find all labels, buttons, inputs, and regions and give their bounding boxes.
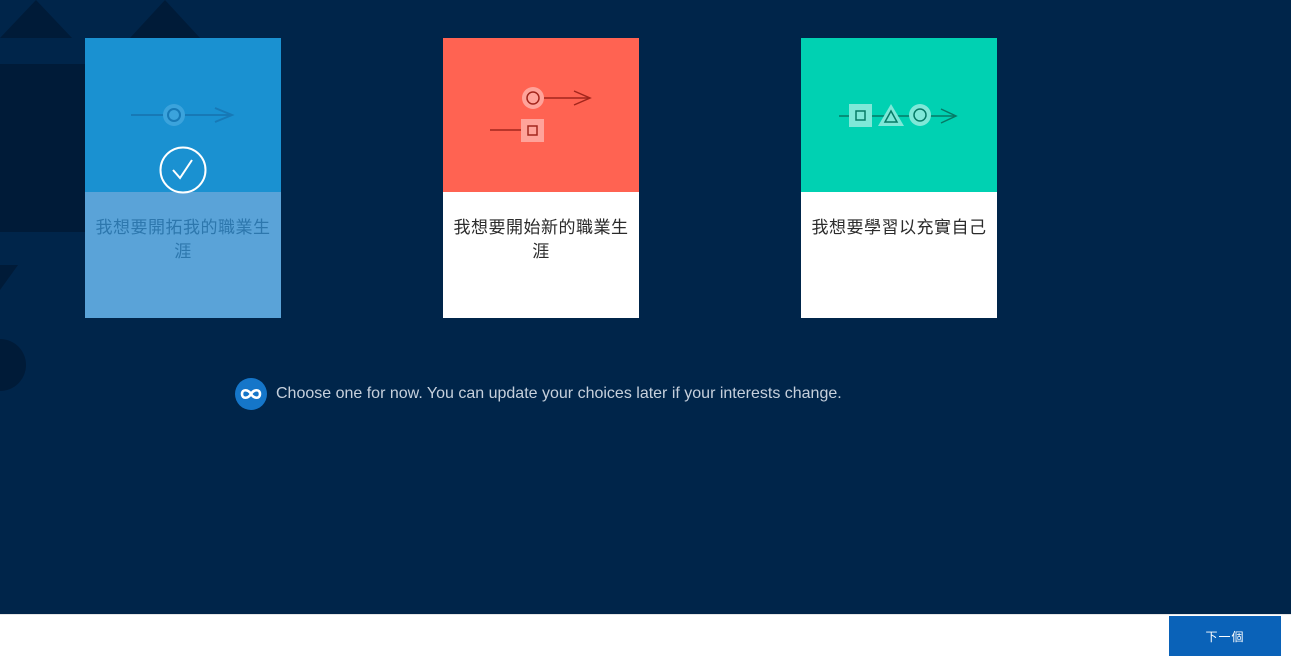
goal-card-new-career[interactable]: 我想要開始新的職業生涯	[443, 38, 639, 318]
hint-text: Choose one for now. You can update your …	[276, 385, 842, 402]
circle-square-arrows-icon	[490, 87, 592, 142]
card-label-area: 我想要開拓我的職業生涯	[85, 192, 281, 318]
card-label: 我想要開始新的職業生涯	[453, 218, 629, 262]
card-illustration	[443, 38, 639, 192]
checkmark-icon	[159, 146, 207, 194]
infinity-icon	[235, 378, 267, 410]
card-illustration	[801, 38, 997, 192]
goal-card-advance-career[interactable]: 我想要開拓我的職業生涯	[85, 38, 281, 318]
hint-message: Choose one for now. You can update your …	[235, 378, 842, 410]
onboarding-stage: 我想要開拓我的職業生涯 我想要開始新的職業生涯 我想要學習以充實自己 Choos…	[0, 0, 1291, 614]
footer-bar: 下一個	[0, 614, 1291, 661]
card-label: 我想要開拓我的職業生涯	[95, 218, 271, 262]
card-label: 我想要學習以充實自己	[811, 218, 987, 238]
next-button[interactable]: 下一個	[1169, 616, 1281, 656]
card-label-area: 我想要開始新的職業生涯	[443, 192, 639, 318]
square-triangle-circle-arrow-icon	[839, 104, 958, 127]
card-label-area: 我想要學習以充實自己	[801, 192, 997, 318]
goal-card-learn[interactable]: 我想要學習以充實自己	[801, 38, 997, 318]
